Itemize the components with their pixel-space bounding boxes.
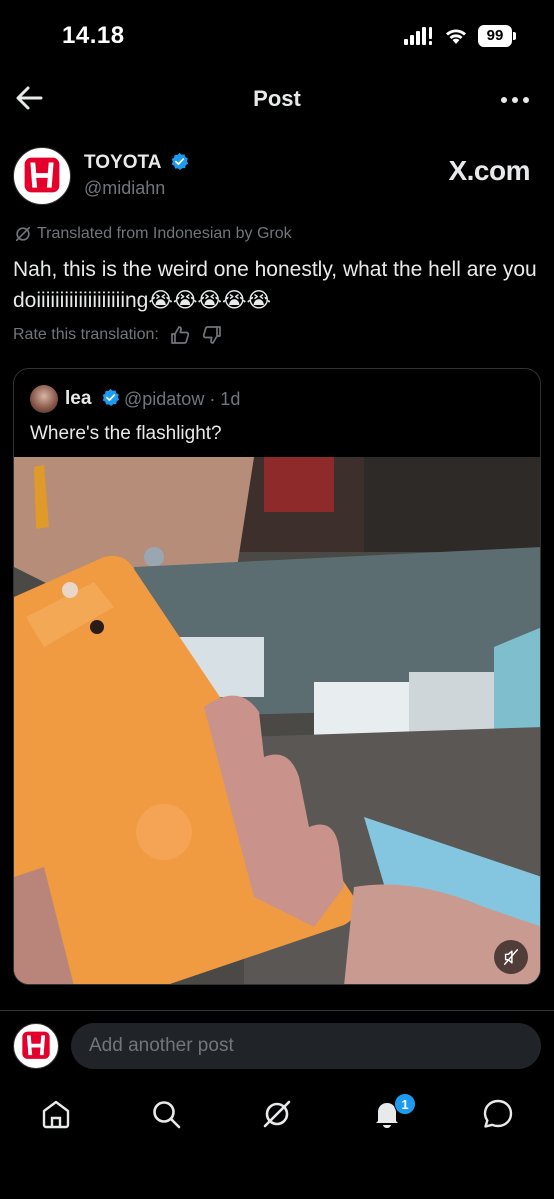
quoted-author-handle[interactable]: @pidatow · 1d <box>124 389 240 410</box>
verified-badge-icon <box>102 388 119 407</box>
notification-badge: 1 <box>394 1093 416 1115</box>
author-avatar[interactable] <box>13 147 71 205</box>
author-name-text: TOYOTA <box>84 152 161 173</box>
volume-muted-icon <box>503 949 519 965</box>
search-icon[interactable] <box>149 1097 183 1131</box>
page-title: Post <box>253 86 301 111</box>
more-options-icon[interactable] <box>500 96 530 104</box>
bottom-nav <box>0 1085 554 1145</box>
status-time: 14.18 <box>62 22 125 49</box>
translation-notice-text: Translated from Indonesian by Grok <box>37 225 292 242</box>
video-player[interactable] <box>14 457 540 984</box>
verified-badge-icon <box>171 152 189 171</box>
quoted-post[interactable]: lea @pidatow · 1d Where's the flashlight… <box>13 368 541 985</box>
author-name[interactable]: TOYOTA <box>84 152 189 174</box>
quoted-author-name[interactable]: lea <box>65 388 120 410</box>
quoted-post-text: Where's the flashlight? <box>30 423 222 444</box>
rate-translation-label: Rate this translation: <box>13 326 159 343</box>
messages-icon[interactable] <box>481 1097 515 1131</box>
add-post-input[interactable]: Add another post <box>71 1023 541 1069</box>
thumbs-up-icon[interactable] <box>169 324 191 346</box>
divider <box>0 1010 554 1011</box>
wifi-icon <box>446 29 466 44</box>
battery-icon: 99 <box>478 25 516 47</box>
cellular-signal-icon <box>404 27 432 45</box>
home-icon[interactable] <box>39 1097 73 1131</box>
quoted-author-name-text: lea <box>65 388 92 409</box>
top-bar: Post <box>0 70 554 126</box>
quoted-author-avatar[interactable] <box>30 385 58 413</box>
translation-notice: Translated from Indonesian by Grok <box>14 225 292 243</box>
thumbs-down-icon[interactable] <box>201 324 223 346</box>
rate-translation: Rate this translation: <box>13 324 223 346</box>
post-body: Nah, this is the weird one honestly, wha… <box>13 258 537 312</box>
mute-button[interactable] <box>494 940 528 974</box>
video-frame <box>14 457 540 984</box>
status-bar: 14.18 99 <box>0 0 554 70</box>
grok-icon[interactable] <box>260 1097 294 1131</box>
honda-logo-icon <box>22 1031 50 1059</box>
honda-logo-icon <box>24 157 60 193</box>
x-com-watermark: X.com <box>448 155 530 186</box>
author-handle[interactable]: @midiahn <box>84 178 165 199</box>
grok-icon <box>15 226 31 242</box>
reply-avatar <box>13 1023 59 1069</box>
